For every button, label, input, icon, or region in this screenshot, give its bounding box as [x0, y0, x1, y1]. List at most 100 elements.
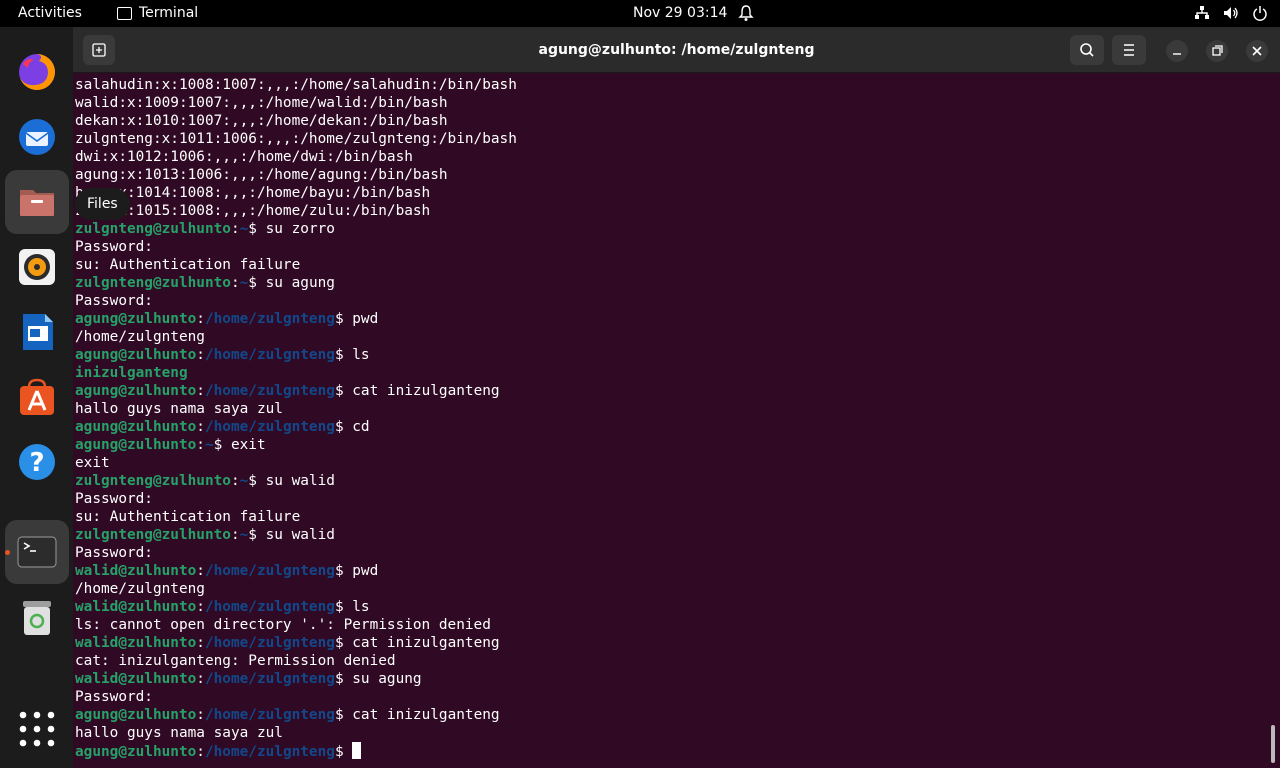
header-bar[interactable]: agung@zulhunto: /home/zulgnteng [73, 27, 1280, 73]
output-line: bayu:x:1014:1008:,,,:/home/bayu:/bin/bas… [75, 184, 1265, 202]
output-line: Password: [75, 238, 1265, 256]
output-text: Password: [75, 239, 153, 255]
app-menu-label: Terminal [139, 5, 199, 21]
new-tab-button[interactable] [83, 35, 115, 65]
output-line: /home/zulgnteng [75, 580, 1265, 598]
prompt-path: ~ [239, 275, 249, 291]
prompt-path: /home/zulgnteng [204, 599, 335, 615]
output-line: su: Authentication failure [75, 256, 1265, 274]
minimize-icon [1173, 53, 1181, 55]
prompt-line: walid@zulhunto:/home/zulgnteng$ su agung [75, 671, 422, 687]
output-text: ls: cannot open directory '.': Permissio… [75, 617, 491, 633]
output-line: su: Authentication failure [75, 508, 1265, 526]
new-tab-icon [92, 43, 106, 57]
output-text: Password: [75, 545, 153, 561]
show-apps-icon [19, 711, 55, 747]
system-tray[interactable] [1194, 4, 1268, 22]
output-text: dwi:x:1012:1006:,,,:/home/dwi:/bin/bash [75, 149, 413, 165]
command-text: pwd [343, 563, 379, 579]
output-text: agung:x:1013:1006:,,,:/home/agung:/bin/b… [75, 167, 448, 183]
output-text: Password: [75, 689, 153, 705]
prompt-user: agung@zulhunto [75, 437, 197, 453]
command-text: ls [343, 347, 370, 363]
output-line: hallo guys nama saya zul [75, 400, 1265, 418]
prompt-path: /home/zulgnteng [204, 707, 335, 723]
text-cursor [352, 742, 362, 759]
clock[interactable]: Nov 29 03:14 [633, 5, 727, 21]
network-icon[interactable] [1194, 4, 1210, 22]
close-button[interactable] [1246, 40, 1268, 62]
maximize-button[interactable] [1206, 40, 1228, 62]
scrollbar[interactable] [1271, 725, 1275, 763]
prompt-line: zulgnteng@zulhunto:~$ su walid [75, 473, 335, 489]
activities-button[interactable]: Activities [18, 5, 82, 21]
prompt-line: zulgnteng@zulhunto:~$ su zorro [75, 221, 335, 237]
directory-entry: inizulganteng [75, 365, 188, 381]
dock-terminal[interactable] [5, 520, 69, 584]
prompt-path: ~ [239, 527, 249, 543]
output-line: exit [75, 454, 1265, 472]
prompt-path: /home/zulgnteng [204, 419, 335, 435]
trash-icon [23, 601, 51, 635]
command-text: cat inizulganteng [343, 635, 500, 651]
running-indicator [5, 550, 10, 555]
dock-firefox[interactable] [5, 40, 69, 104]
output-line: agung:x:1013:1006:,,,:/home/agung:/bin/b… [75, 166, 1265, 184]
search-icon [1080, 43, 1094, 57]
top-bar: Activities Terminal Nov 29 03:14 [0, 0, 1280, 27]
command-text: su agung [256, 275, 335, 291]
volume-icon[interactable] [1223, 4, 1239, 22]
prompt-user: zulgnteng@zulhunto [75, 275, 231, 291]
output-text: su: Authentication failure [75, 257, 301, 273]
prompt-line: agung@zulhunto:/home/zulgnteng$ cd [75, 419, 370, 435]
dock-trash[interactable] [5, 585, 69, 649]
prompt-line: walid@zulhunto:/home/zulgnteng$ cat iniz… [75, 635, 500, 651]
prompt-user: agung@zulhunto [75, 707, 197, 723]
output-text: walid:x:1009:1007:,,,:/home/walid:/bin/b… [75, 95, 448, 111]
search-button[interactable] [1070, 35, 1104, 65]
terminal-window: agung@zulhunto: /home/zulgnteng salahudi… [73, 27, 1280, 768]
prompt-path: ~ [239, 473, 249, 489]
terminal-icon [17, 536, 57, 568]
terminal-output[interactable]: salahudin:x:1008:1007:,,,:/home/salahudi… [75, 76, 1265, 766]
output-line: salahudin:x:1008:1007:,,,:/home/salahudi… [75, 76, 1265, 94]
prompt-user: agung@zulhunto [75, 419, 197, 435]
thunderbird-icon [19, 119, 55, 155]
power-icon[interactable] [1252, 4, 1268, 22]
dock-help[interactable]: ? [5, 430, 69, 494]
terminal-small-icon [117, 6, 132, 20]
command-text [344, 744, 353, 760]
output-text: su: Authentication failure [75, 509, 301, 525]
prompt-path: /home/zulgnteng [204, 347, 335, 363]
dock-writer[interactable] [5, 300, 69, 364]
command-text: pwd [343, 311, 379, 327]
dock-app-center[interactable] [5, 365, 69, 429]
app-menu[interactable]: Terminal [117, 5, 198, 21]
output-text: Password: [75, 491, 153, 507]
prompt-path: ~ [239, 221, 249, 237]
notification-bell-icon[interactable] [738, 4, 754, 22]
writer-icon [23, 314, 53, 350]
output-text: exit [75, 455, 110, 471]
minimize-button[interactable] [1166, 40, 1188, 62]
menu-button[interactable] [1112, 35, 1146, 65]
output-text: cat: inizulganteng: Permission denied [75, 653, 396, 669]
output-text: zulgnteng:x:1011:1006:,,,:/home/zulgnten… [75, 131, 517, 147]
command-text: su walid [256, 473, 335, 489]
output-line: zulgnteng:x:1011:1006:,,,:/home/zulgnten… [75, 130, 1265, 148]
command-text: cat inizulganteng [343, 383, 500, 399]
dock-files[interactable] [5, 170, 69, 234]
output-text: /home/zulgnteng [75, 329, 205, 345]
close-icon [1252, 46, 1262, 56]
dock-show-apps[interactable] [5, 697, 69, 761]
prompt-path: /home/zulgnteng [204, 563, 335, 579]
output-line: inizulganteng [75, 364, 1265, 382]
output-line: dekan:x:1010:1007:,,,:/home/dekan:/bin/b… [75, 112, 1265, 130]
prompt-user: walid@zulhunto [75, 671, 197, 687]
command-text: su walid [256, 527, 335, 543]
command-text: su agung [343, 671, 422, 687]
prompt-user: zulgnteng@zulhunto [75, 221, 231, 237]
dock-rhythmbox[interactable] [5, 235, 69, 299]
dock-thunderbird[interactable] [5, 105, 69, 169]
prompt-user: agung@zulhunto [75, 383, 197, 399]
